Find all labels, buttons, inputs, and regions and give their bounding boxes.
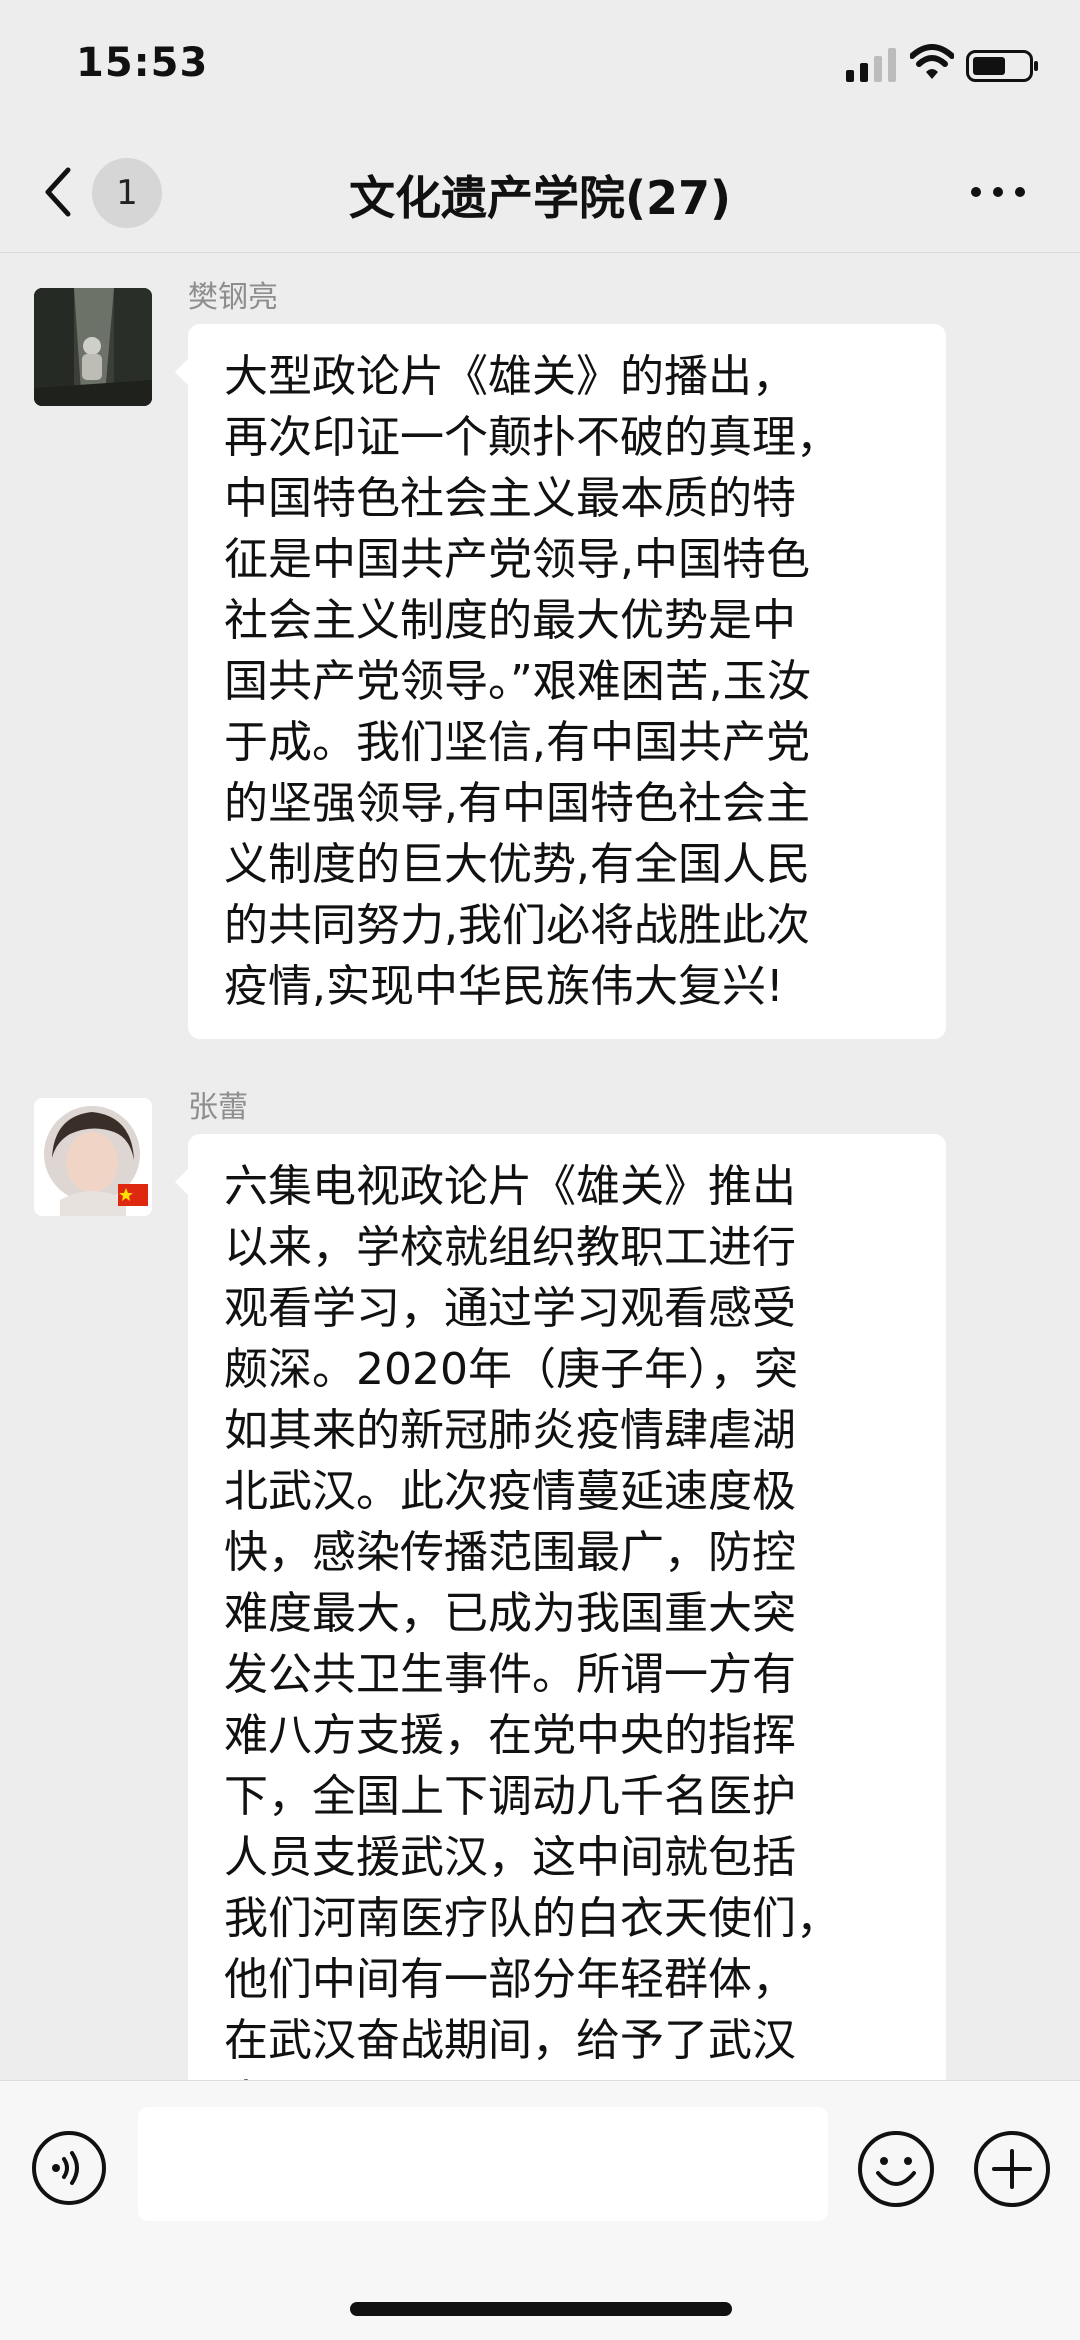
message-text: 大型政论片《雄关》的播出， 再次印证一个颠扑不破的真理， 中国特色社会主义最本质… [224,351,840,1012]
signal-icon [846,48,896,82]
avatar[interactable] [34,1098,152,1216]
message-list[interactable]: 樊钢亮 大型政论片《雄关》的播出， 再次印证一个颠扑不破的真理， 中国特色社会主… [0,252,1080,2080]
battery-icon [966,50,1038,82]
emoji-icon[interactable] [856,2129,936,2209]
message-text: 六集电视政论片《雄关》推出 以来，学校就组织教职工进行 观看学习，通过学习观看感… [224,1161,840,2080]
message-bubble[interactable]: 六集电视政论片《雄关》推出 以来，学校就组织教职工进行 观看学习，通过学习观看感… [175,1134,946,2080]
wifi-icon [910,44,954,79]
sender-name: 樊钢亮 [188,280,278,315]
home-indicator[interactable] [350,2302,732,2316]
input-bar [0,2080,1080,2340]
more-dots-icon[interactable] [968,182,1028,202]
chat-title: 文化遗产学院(27) [348,171,732,225]
sender-name: 张蕾 [188,1090,248,1125]
status-bar: 15:53 [0,0,1080,130]
message-input[interactable] [138,2107,828,2221]
portrait-avatar-image [34,1098,152,1216]
avatar[interactable] [34,288,152,406]
message-bubble[interactable]: 大型政论片《雄关》的播出， 再次印证一个颠扑不破的真理， 中国特色社会主义最本质… [175,324,946,1039]
landscape-avatar-image [34,288,152,406]
status-time: 15:53 [76,40,209,86]
voice-input-icon[interactable] [30,2129,108,2207]
plus-icon[interactable] [972,2129,1052,2209]
chat-header: 1 文化遗产学院(27) [0,130,1080,253]
